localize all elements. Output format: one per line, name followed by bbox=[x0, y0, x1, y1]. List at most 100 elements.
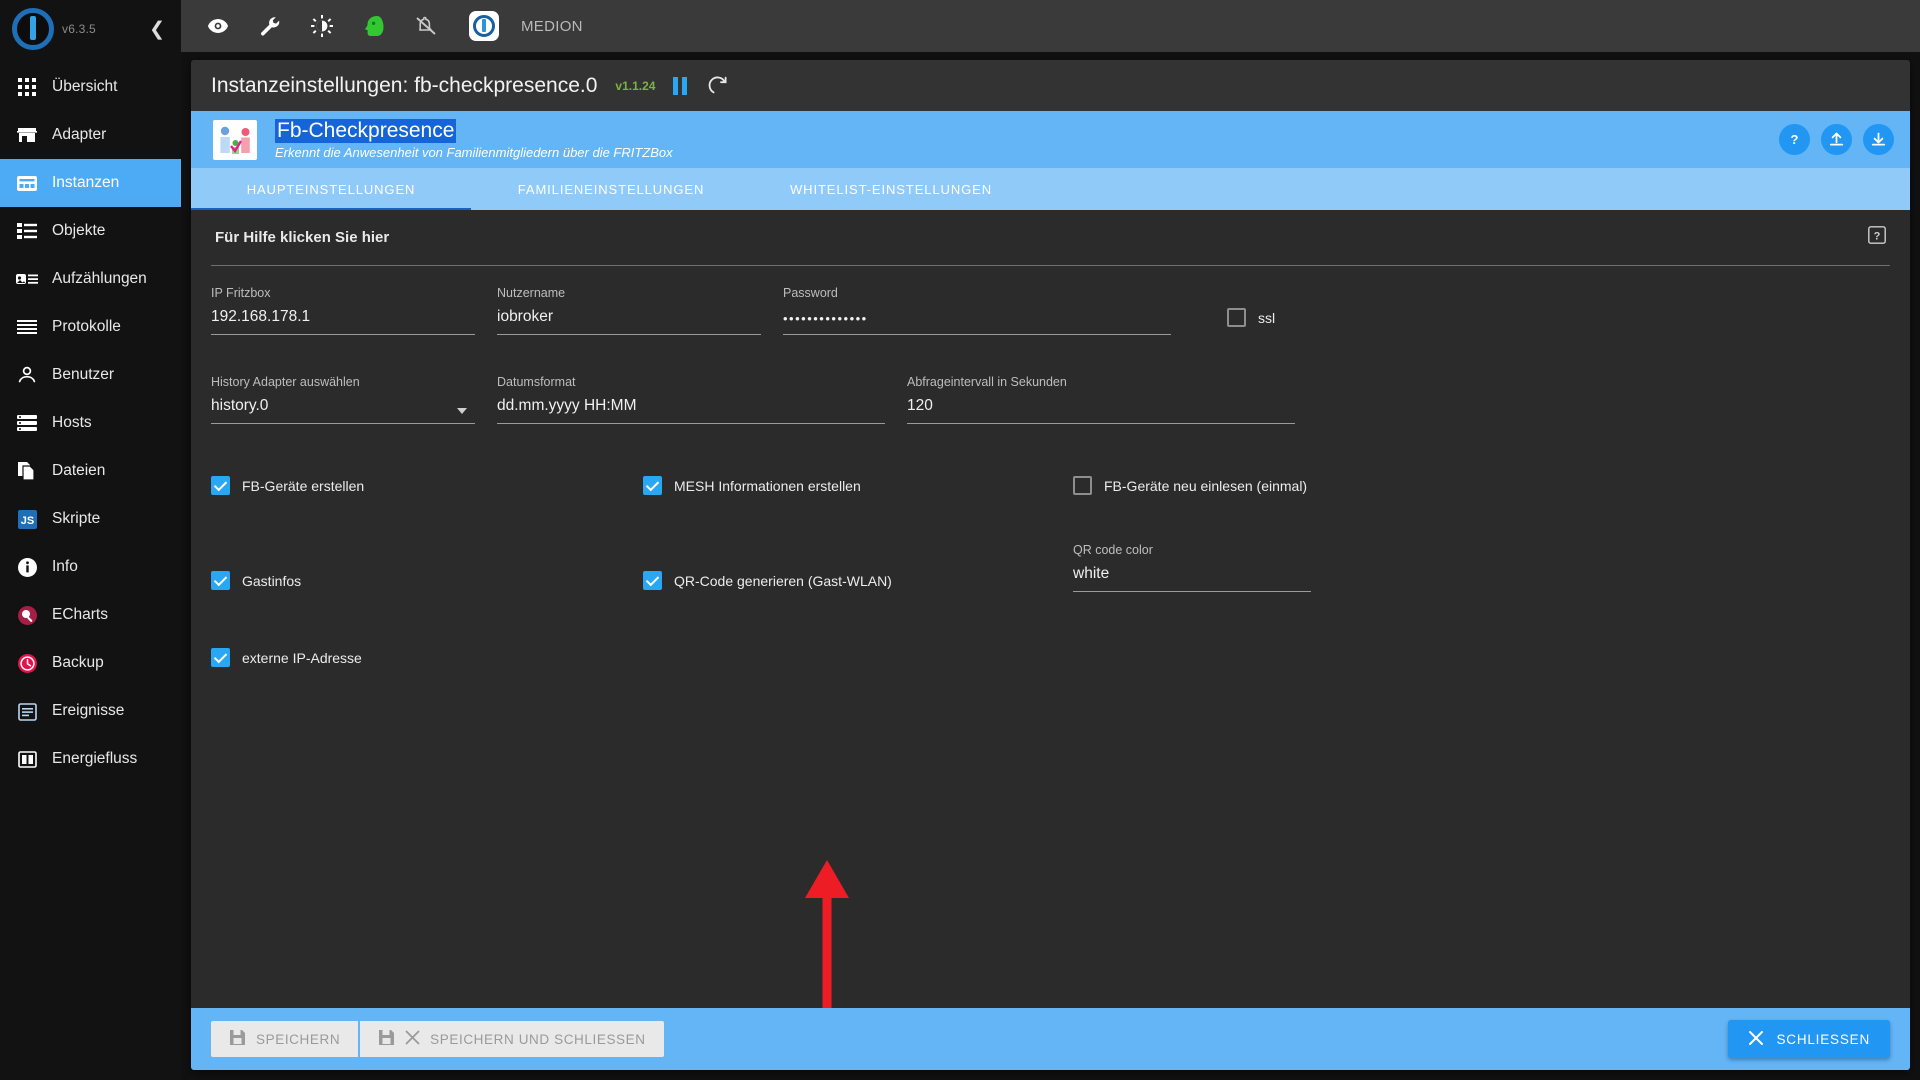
brightness-icon[interactable] bbox=[307, 11, 337, 41]
sidebar-item-label: Instanzen bbox=[52, 174, 120, 191]
mesh-informationen-checkbox[interactable] bbox=[643, 476, 662, 495]
close-x-icon bbox=[405, 1030, 420, 1048]
sidebar-item-label: Objekte bbox=[52, 222, 106, 239]
sidebar-nav: Übersicht Adapter Instanzen Objekte Aufz… bbox=[0, 63, 181, 783]
sidebar-item-info[interactable]: Info bbox=[0, 543, 181, 591]
sidebar-item-echarts[interactable]: ECharts bbox=[0, 591, 181, 639]
checkbox-row-3: externe IP-Adresse bbox=[211, 592, 1890, 667]
row-fb-geraete-erstellen[interactable]: FB-Geräte erstellen bbox=[211, 476, 643, 495]
sidebar-item-backup[interactable]: Backup bbox=[0, 639, 181, 687]
checkbox-label: externe IP-Adresse bbox=[242, 649, 362, 666]
main-area: MEDION Instanzeinstellungen: fb-checkpre… bbox=[181, 0, 1920, 1080]
upload-icon[interactable] bbox=[1821, 124, 1852, 155]
history-adapter-select[interactable]: history.0 bbox=[211, 395, 475, 424]
checkbox-label: Gastinfos bbox=[242, 572, 302, 589]
logs-icon bbox=[16, 316, 38, 338]
expert-mode-head-icon[interactable] bbox=[359, 11, 389, 41]
tab-haupteinstellungen[interactable]: HAUPTEINSTELLUNGEN bbox=[191, 168, 471, 210]
field-qr-code-color: QR code color white bbox=[1073, 543, 1333, 592]
user-icon bbox=[16, 364, 38, 386]
row-externe-ip-adresse[interactable]: externe IP-Adresse bbox=[211, 648, 362, 667]
sidebar-header: v6.3.5 ❮ bbox=[0, 0, 181, 58]
sidebar-item-protokolle[interactable]: Protokolle bbox=[0, 303, 181, 351]
save-icon bbox=[378, 1029, 395, 1049]
fb-geraete-neu-einlesen-checkbox[interactable] bbox=[1073, 476, 1092, 495]
adapter-name[interactable]: Fb-Checkpresence bbox=[275, 118, 457, 144]
fb-checkpresence-logo-icon bbox=[213, 119, 257, 160]
sidebar-item-energiefluss[interactable]: Energiefluss bbox=[0, 735, 181, 783]
checkbox-label: FB-Geräte neu einlesen (einmal) bbox=[1104, 477, 1308, 494]
row-fb-geraete-neu-einlesen[interactable]: FB-Geräte neu einlesen (einmal) bbox=[1073, 476, 1307, 495]
instances-icon bbox=[16, 172, 38, 194]
field-label: Datumsformat bbox=[497, 375, 576, 389]
dialog-footer: SPEICHERN SPEICHERN UND SCHLIESSEN SCHLI… bbox=[191, 1008, 1910, 1070]
ip-fritzbox-input[interactable]: 192.168.178.1 bbox=[211, 306, 475, 335]
sidebar-item-label: Info bbox=[52, 558, 78, 575]
save-button[interactable]: SPEICHERN bbox=[211, 1021, 359, 1057]
sidebar-item-hosts[interactable]: Hosts bbox=[0, 399, 181, 447]
sidebar-item-label: Übersicht bbox=[52, 78, 118, 95]
enums-icon bbox=[16, 268, 38, 290]
save-and-close-button-label: SPEICHERN UND SCHLIESSEN bbox=[430, 1031, 646, 1047]
field-password: Password •••••••••••••• bbox=[783, 286, 1193, 335]
checkbox-label: FB-Geräte erstellen bbox=[242, 477, 365, 494]
ssl-label: ssl bbox=[1258, 309, 1276, 326]
help-banner[interactable]: Für Hilfe klicken Sie hier ? bbox=[211, 210, 1890, 266]
grid-icon bbox=[16, 76, 38, 98]
sidebar-item-label: Backup bbox=[52, 654, 104, 671]
ssl-checkbox-row[interactable]: ssl bbox=[1227, 308, 1275, 335]
date-format-input[interactable]: dd.mm.yyyy HH:MM bbox=[497, 395, 885, 424]
help-question-icon[interactable]: ? bbox=[1868, 226, 1886, 249]
field-abfrageintervall: Abfrageintervall in Sekunden 120 bbox=[907, 375, 1317, 424]
sidebar-item-benutzer[interactable]: Benutzer bbox=[0, 351, 181, 399]
wrench-icon[interactable] bbox=[255, 11, 285, 41]
ssl-checkbox[interactable] bbox=[1227, 308, 1246, 327]
sidebar-item-instanzen[interactable]: Instanzen bbox=[0, 159, 181, 207]
sidebar-item-dateien[interactable]: Dateien bbox=[0, 447, 181, 495]
row-mesh-informationen-erstellen[interactable]: MESH Informationen erstellen bbox=[643, 476, 1073, 495]
password-input[interactable]: •••••••••••••• bbox=[783, 306, 1171, 335]
sidebar-item-adapter[interactable]: Adapter bbox=[0, 111, 181, 159]
field-label: Nutzername bbox=[497, 286, 566, 300]
row-gastinfos[interactable]: Gastinfos bbox=[211, 571, 643, 592]
modal-titlebar: Instanzeinstellungen: fb-checkpresence.0… bbox=[191, 60, 1910, 111]
field-label: QR code color bbox=[1073, 543, 1153, 557]
tab-whitelist-einstellungen[interactable]: WHITELIST-EINSTELLUNGEN bbox=[751, 168, 1031, 210]
close-button[interactable]: SCHLIESSEN bbox=[1728, 1020, 1890, 1058]
notifications-off-icon[interactable] bbox=[411, 11, 441, 41]
sidebar-item-label: Ereignisse bbox=[52, 702, 125, 719]
eye-icon[interactable] bbox=[203, 11, 233, 41]
tab-familieneinstellungen[interactable]: FAMILIENEINSTELLUNGEN bbox=[471, 168, 751, 210]
list-icon bbox=[16, 220, 38, 242]
qr-code-generieren-checkbox[interactable] bbox=[643, 571, 662, 590]
save-button-group: SPEICHERN SPEICHERN UND SCHLIESSEN bbox=[211, 1021, 664, 1057]
iobroker-logo-icon[interactable] bbox=[469, 11, 499, 41]
svg-text:?: ? bbox=[1791, 132, 1799, 147]
checkbox-row-1: FB-Geräte erstellen MESH Informationen e… bbox=[211, 424, 1890, 495]
sidebar-item-label: Hosts bbox=[52, 414, 92, 431]
externe-ip-adresse-checkbox[interactable] bbox=[211, 648, 230, 667]
pause-icon[interactable] bbox=[667, 73, 693, 99]
help-question-icon[interactable]: ? bbox=[1779, 124, 1810, 155]
sidebar-item-label: Dateien bbox=[52, 462, 106, 479]
sidebar-item-objekte[interactable]: Objekte bbox=[0, 207, 181, 255]
row-qr-code-generieren[interactable]: QR-Code generieren (Gast-WLAN) bbox=[643, 571, 1073, 592]
chevron-left-icon[interactable]: ❮ bbox=[143, 14, 171, 45]
refresh-icon[interactable] bbox=[705, 73, 731, 99]
sidebar-item-uebersicht[interactable]: Übersicht bbox=[0, 63, 181, 111]
username-input[interactable]: iobroker bbox=[497, 306, 761, 335]
download-icon[interactable] bbox=[1863, 124, 1894, 155]
server-icon bbox=[16, 412, 38, 434]
gastinfos-checkbox[interactable] bbox=[211, 571, 230, 590]
qr-code-color-input[interactable]: white bbox=[1073, 563, 1311, 592]
sidebar-item-ereignisse[interactable]: Ereignisse bbox=[0, 687, 181, 735]
sidebar-item-aufzaehlungen[interactable]: Aufzählungen bbox=[0, 255, 181, 303]
sidebar-item-skripte[interactable]: JS Skripte bbox=[0, 495, 181, 543]
form-row-2: History Adapter auswählen history.0 Datu… bbox=[211, 335, 1890, 424]
javascript-icon: JS bbox=[16, 508, 38, 530]
fb-geraete-erstellen-checkbox[interactable] bbox=[211, 476, 230, 495]
save-and-close-button[interactable]: SPEICHERN UND SCHLIESSEN bbox=[360, 1021, 664, 1057]
poll-interval-input[interactable]: 120 bbox=[907, 395, 1295, 424]
sidebar: v6.3.5 ❮ Übersicht Adapter Instanzen Obj… bbox=[0, 0, 181, 1080]
field-history-adapter: History Adapter auswählen history.0 bbox=[211, 375, 497, 424]
